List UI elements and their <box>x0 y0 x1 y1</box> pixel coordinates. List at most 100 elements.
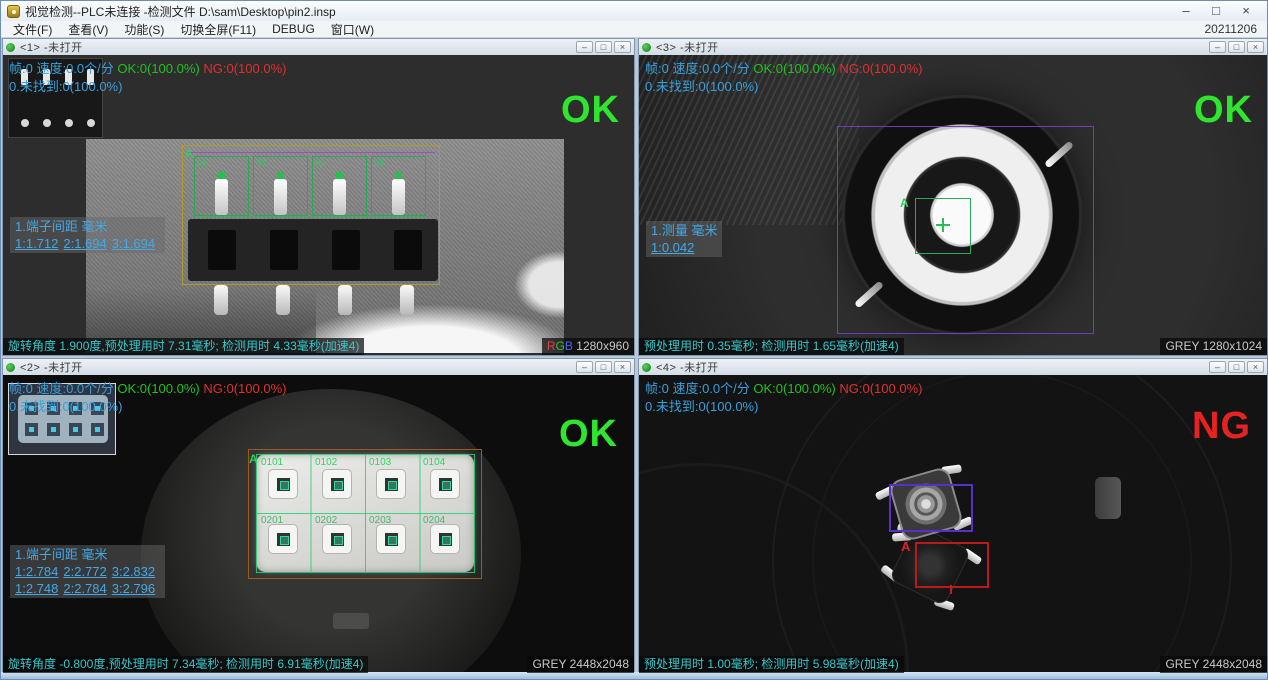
notfound-stat: 0.未找到:0(100.0%) <box>645 396 758 415</box>
panel2-close-button[interactable]: × <box>614 361 631 373</box>
panel2-statusbar: 旋转角度 -0.800度,预处理用时 7.34毫秒; 检测用时 6.91毫秒(加… <box>3 656 634 673</box>
measurement-value: 1:2.748 <box>15 581 58 596</box>
image-resolution: 2448x2048 <box>1203 657 1262 671</box>
bright-nub <box>1095 477 1121 519</box>
pin <box>87 119 95 127</box>
roi-label: 0201 <box>261 515 283 526</box>
panel2-titlebar[interactable]: <2> -未打开 – □ × <box>3 359 634 375</box>
panel1-restore-button[interactable]: □ <box>595 41 612 53</box>
panel3-close-button[interactable]: × <box>1247 41 1264 53</box>
panel1-titlebar[interactable]: <1> -未打开 – □ × <box>3 39 634 55</box>
measurement-title: 1.测量 毫米 <box>651 222 717 239</box>
connector-hole <box>25 423 38 436</box>
panel1-camera-view[interactable]: A 01 02 03 04 <box>3 55 634 355</box>
maximize-button[interactable]: □ <box>1201 2 1231 20</box>
app-window: 视觉检测--PLC未连接 -检测文件 D:\sam\Desktop\pin2.i… <box>0 0 1268 680</box>
roi-tag-label: A <box>249 452 258 466</box>
panel4-statusbar: 预处理用时 1.00毫秒; 检测用时 5.98毫秒(加速4) GREY 2448… <box>639 656 1267 673</box>
panel4-close-button[interactable]: × <box>1247 361 1264 373</box>
pin <box>65 119 73 127</box>
pin <box>400 285 414 315</box>
ok-stat: OK:0(100.0%) <box>117 381 199 396</box>
image-format: GREY <box>1165 657 1199 671</box>
panel4-camera-view[interactable]: A 帧:0 速度:0.0个/分 OK:0(100.0%) NG:0(100.0%… <box>639 375 1267 673</box>
panel3-restore-button[interactable]: □ <box>1228 41 1245 53</box>
roi-tag-label: A <box>185 148 193 160</box>
menu-fullscreen[interactable]: 切换全屏(F11) <box>172 21 264 38</box>
notfound-stat: 0.未找到:0(100.0%) <box>645 76 758 95</box>
measurement-value: 2:2.784 <box>63 581 106 596</box>
timing-status: 旋转角度 1.900度,预处理用时 7.31毫秒; 检测用时 4.33毫秒(加速… <box>3 338 364 355</box>
date-label: 20211206 <box>1205 22 1264 36</box>
menu-bar: 文件(F) 查看(V) 功能(S) 切换全屏(F11) DEBUG 窗口(W) … <box>1 21 1267 38</box>
panel3-minimize-button[interactable]: – <box>1209 41 1226 53</box>
image-resolution: 1280x960 <box>576 339 629 353</box>
panel1-minimize-button[interactable]: – <box>576 41 593 53</box>
red-tick <box>950 585 952 594</box>
image-resolution: 2448x2048 <box>570 657 629 671</box>
measurement-block: 1.端子间距 毫米 1:2.7842:2.7723:2.832 1:2.7482… <box>10 545 165 598</box>
roi-label: 0101 <box>261 457 283 468</box>
notfound-stat: 0.未找到:0(100.0%) <box>9 76 122 95</box>
panel4-titlebar[interactable]: <4> -未打开 – □ × <box>639 359 1267 375</box>
measurement-value: 1:0.042 <box>651 240 694 255</box>
menu-debug[interactable]: DEBUG <box>264 22 323 36</box>
axis-speed-stat: 帧:0 速度:0.0个/分 <box>645 381 750 396</box>
result-badge: OK <box>559 413 618 456</box>
roi-tag-label: A <box>900 196 909 210</box>
image-resolution: 1280x1024 <box>1203 339 1262 353</box>
stats-line1: 帧:0 速度:0.0个/分 OK:0(100.0%) NG:0(100.0%) <box>645 58 922 77</box>
measurement-value: 3:2.796 <box>112 581 155 596</box>
measurement-value: 1:1.712 <box>15 236 58 251</box>
measurement-block: 1.测量 毫米 1:0.042 <box>646 221 722 257</box>
detection-rect-purple <box>889 484 973 532</box>
pin <box>214 285 228 315</box>
result-badge: OK <box>561 89 620 132</box>
title-bar[interactable]: 视觉检测--PLC未连接 -检测文件 D:\sam\Desktop\pin2.i… <box>1 1 1267 21</box>
minimize-button[interactable]: – <box>1171 2 1201 20</box>
image-format: GREY <box>1165 339 1199 353</box>
ng-stat: NG:0(100.0%) <box>203 61 286 76</box>
menu-view[interactable]: 查看(V) <box>60 21 116 38</box>
ng-stat: NG:0(100.0%) <box>839 381 922 396</box>
roi-tag-label: A <box>901 539 910 554</box>
image-format: RGB 1280x960 <box>542 338 634 355</box>
panel1-close-button[interactable]: × <box>614 41 631 53</box>
connector-hole <box>69 423 82 436</box>
axis-speed-stat: 帧:0 速度:0.0个/分 <box>9 381 114 396</box>
panel3-camera-view[interactable]: A 帧:0 速度:0.0个/分 OK:0(100.0%) NG:0(100.0%… <box>639 55 1267 355</box>
pin <box>338 285 352 315</box>
result-badge: OK <box>1194 89 1253 132</box>
measurement-title: 1.端子间距 毫米 <box>15 218 160 235</box>
menu-file[interactable]: 文件(F) <box>5 21 60 38</box>
ok-stat: OK:0(100.0%) <box>753 61 835 76</box>
panel3-titlebar[interactable]: <3> -未打开 – □ × <box>639 39 1267 55</box>
panel1-statusbar: 旋转角度 1.900度,预处理用时 7.31毫秒; 检测用时 4.33毫秒(加速… <box>3 338 634 355</box>
panel2-camera-view[interactable]: 0101 0102 0103 0104 0201 0202 0203 0204 … <box>3 375 634 673</box>
measurement-value: 3:2.832 <box>112 564 155 579</box>
window-title: 视觉检测--PLC未连接 -检测文件 D:\sam\Desktop\pin2.i… <box>25 3 1171 20</box>
camera-status-icon <box>642 43 651 52</box>
result-badge: NG <box>1192 405 1251 448</box>
panel4-restore-button[interactable]: □ <box>1228 361 1245 373</box>
roi-label: 0202 <box>315 515 337 526</box>
roi-label: 0204 <box>423 515 445 526</box>
camera-panel-4: <4> -未打开 – □ × <box>638 358 1268 674</box>
panel1-title: <1> -未打开 <box>20 39 574 55</box>
connector-tab <box>333 613 369 629</box>
camera-panel-1: <1> -未打开 – □ × A 01 02 03 04 <box>2 38 635 356</box>
close-button[interactable]: × <box>1231 2 1261 20</box>
camera-status-icon <box>642 363 651 372</box>
panel2-restore-button[interactable]: □ <box>595 361 612 373</box>
roi-label: 0203 <box>369 515 391 526</box>
axis-speed-stat: 帧:0 速度:0.0个/分 <box>645 61 750 76</box>
detection-rect-red <box>915 542 989 588</box>
connector-hole <box>91 423 104 436</box>
stats-line1: 帧:0 速度:0.0个/分 OK:0(100.0%) NG:0(100.0%) <box>645 378 922 397</box>
taskbar-strip <box>1 672 1267 679</box>
pin <box>43 119 51 127</box>
panel4-minimize-button[interactable]: – <box>1209 361 1226 373</box>
panel2-minimize-button[interactable]: – <box>576 361 593 373</box>
menu-function[interactable]: 功能(S) <box>116 21 172 38</box>
menu-window[interactable]: 窗口(W) <box>323 21 382 38</box>
